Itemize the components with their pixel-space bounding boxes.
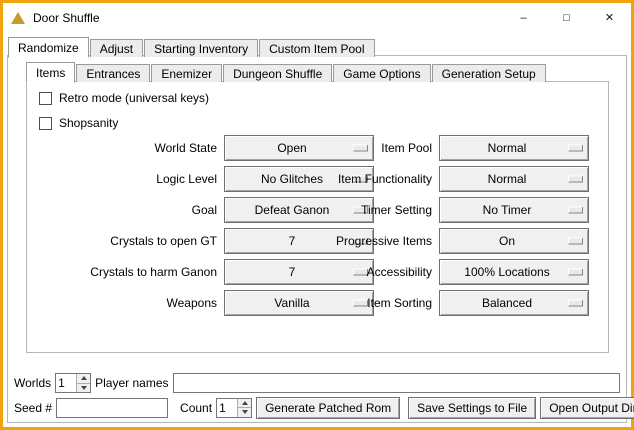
option-row: Crystals to harm Ganon 7 Accessibility 1… <box>27 259 608 285</box>
crystals-harm-ganon-label: Crystals to harm Ganon <box>27 259 217 285</box>
dropdown-indicator-icon <box>568 238 583 245</box>
generate-patched-rom-button[interactable]: Generate Patched Rom <box>256 397 400 419</box>
window-client-area: Door Shuffle – □ ✕ Randomize Adjust Star… <box>3 3 631 427</box>
tab-dungeon-shuffle[interactable]: Dungeon Shuffle <box>223 64 332 82</box>
close-icon: ✕ <box>605 11 614 24</box>
maximize-icon: □ <box>563 12 570 24</box>
spin-up-icon <box>81 376 87 380</box>
worlds-spinner <box>55 373 91 393</box>
app-window: Door Shuffle – □ ✕ Randomize Adjust Star… <box>0 0 634 430</box>
tab-enemizer[interactable]: Enemizer <box>151 64 222 82</box>
retro-mode-row: Retro mode (universal keys) <box>39 90 209 106</box>
maximize-button[interactable]: □ <box>545 3 588 32</box>
seed-input[interactable] <box>56 398 168 418</box>
retro-mode-checkbox[interactable] <box>39 92 52 105</box>
player-names-input[interactable] <box>173 373 621 393</box>
close-button[interactable]: ✕ <box>588 3 631 32</box>
accessibility-label: Accessibility <box>242 259 432 285</box>
worlds-input[interactable] <box>56 374 76 392</box>
item-functionality-value: Normal <box>488 172 541 186</box>
count-input[interactable] <box>217 399 237 417</box>
count-spinner <box>216 398 252 418</box>
seed-row: Seed # Count Generate Patched Rom Save S… <box>12 396 622 419</box>
weapons-label: Weapons <box>27 290 217 316</box>
worlds-label: Worlds <box>14 376 51 390</box>
accessibility-value: 100% Locations <box>464 265 563 279</box>
retro-mode-label: Retro mode (universal keys) <box>59 91 209 105</box>
timer-setting-label: Timer Setting <box>242 197 432 223</box>
shopsanity-row: Shopsanity <box>39 115 118 131</box>
timer-setting-dropdown[interactable]: No Timer <box>439 197 589 223</box>
accessibility-dropdown[interactable]: 100% Locations <box>439 259 589 285</box>
tab-entrances[interactable]: Entrances <box>76 64 150 82</box>
item-sorting-dropdown[interactable]: Balanced <box>439 290 589 316</box>
item-pool-label: Item Pool <box>242 135 432 161</box>
window-title: Door Shuffle <box>33 11 100 25</box>
worlds-row: Worlds Player names <box>12 372 622 394</box>
shopsanity-checkbox[interactable] <box>39 117 52 130</box>
titlebar: Door Shuffle – □ ✕ <box>3 3 631 32</box>
crystals-open-gt-label: Crystals to open GT <box>27 228 217 254</box>
minimize-icon: – <box>520 12 526 24</box>
option-row: World State Open Item Pool Normal <box>27 135 608 161</box>
spin-up-icon <box>242 401 248 405</box>
tab-custom-item-pool[interactable]: Custom Item Pool <box>259 39 374 57</box>
item-functionality-dropdown[interactable]: Normal <box>439 166 589 192</box>
tab-items[interactable]: Items <box>26 62 75 83</box>
dropdown-indicator-icon <box>568 300 583 307</box>
dropdown-indicator-icon <box>568 176 583 183</box>
option-row: Weapons Vanilla Item Sorting Balanced <box>27 290 608 316</box>
progressive-items-label: Progressive Items <box>242 228 432 254</box>
count-label: Count <box>180 401 212 415</box>
dropdown-indicator-icon <box>568 145 583 152</box>
window-controls: – □ ✕ <box>502 3 631 32</box>
outer-tab-bar: Randomize Adjust Starting Inventory Cust… <box>8 36 376 57</box>
goal-label: Goal <box>27 197 217 223</box>
tab-game-options[interactable]: Game Options <box>333 64 430 82</box>
item-sorting-label: Item Sorting <box>242 290 432 316</box>
player-names-label: Player names <box>95 376 168 390</box>
minimize-button[interactable]: – <box>502 3 545 32</box>
app-icon <box>10 11 26 25</box>
tab-randomize[interactable]: Randomize <box>8 37 89 58</box>
option-row: Goal Defeat Ganon Timer Setting No Timer <box>27 197 608 223</box>
randomize-pane: Items Entrances Enemizer Dungeon Shuffle… <box>7 55 627 423</box>
inner-tab-bar: Items Entrances Enemizer Dungeon Shuffle… <box>26 61 547 82</box>
count-spin-up-button[interactable] <box>237 399 251 408</box>
option-row: Logic Level No Glitches Item Functionali… <box>27 166 608 192</box>
shopsanity-label: Shopsanity <box>59 116 118 130</box>
progressive-items-value: On <box>499 234 529 248</box>
progressive-items-dropdown[interactable]: On <box>439 228 589 254</box>
seed-label: Seed # <box>14 401 52 415</box>
item-functionality-label: Item Functionality <box>242 166 432 192</box>
tab-generation-setup[interactable]: Generation Setup <box>432 64 546 82</box>
worlds-spin-up-button[interactable] <box>76 374 90 383</box>
worlds-spin-down-button[interactable] <box>76 383 90 393</box>
dropdown-indicator-icon <box>568 269 583 276</box>
item-pool-value: Normal <box>488 141 541 155</box>
item-sorting-value: Balanced <box>482 296 546 310</box>
tab-starting-inventory[interactable]: Starting Inventory <box>144 39 258 57</box>
option-row: Crystals to open GT 7 Progressive Items … <box>27 228 608 254</box>
tab-adjust[interactable]: Adjust <box>90 39 143 57</box>
save-settings-button[interactable]: Save Settings to File <box>408 397 536 419</box>
dropdown-indicator-icon <box>568 207 583 214</box>
spin-down-icon <box>81 386 87 390</box>
logic-level-label: Logic Level <box>27 166 217 192</box>
open-output-directory-button[interactable]: Open Output Directory <box>540 397 634 419</box>
world-state-label: World State <box>27 135 217 161</box>
item-pool-dropdown[interactable]: Normal <box>439 135 589 161</box>
count-spin-down-button[interactable] <box>237 407 251 417</box>
items-pane: Retro mode (universal keys) Shopsanity W… <box>26 81 609 353</box>
spin-down-icon <box>242 410 248 414</box>
timer-setting-value: No Timer <box>483 203 546 217</box>
